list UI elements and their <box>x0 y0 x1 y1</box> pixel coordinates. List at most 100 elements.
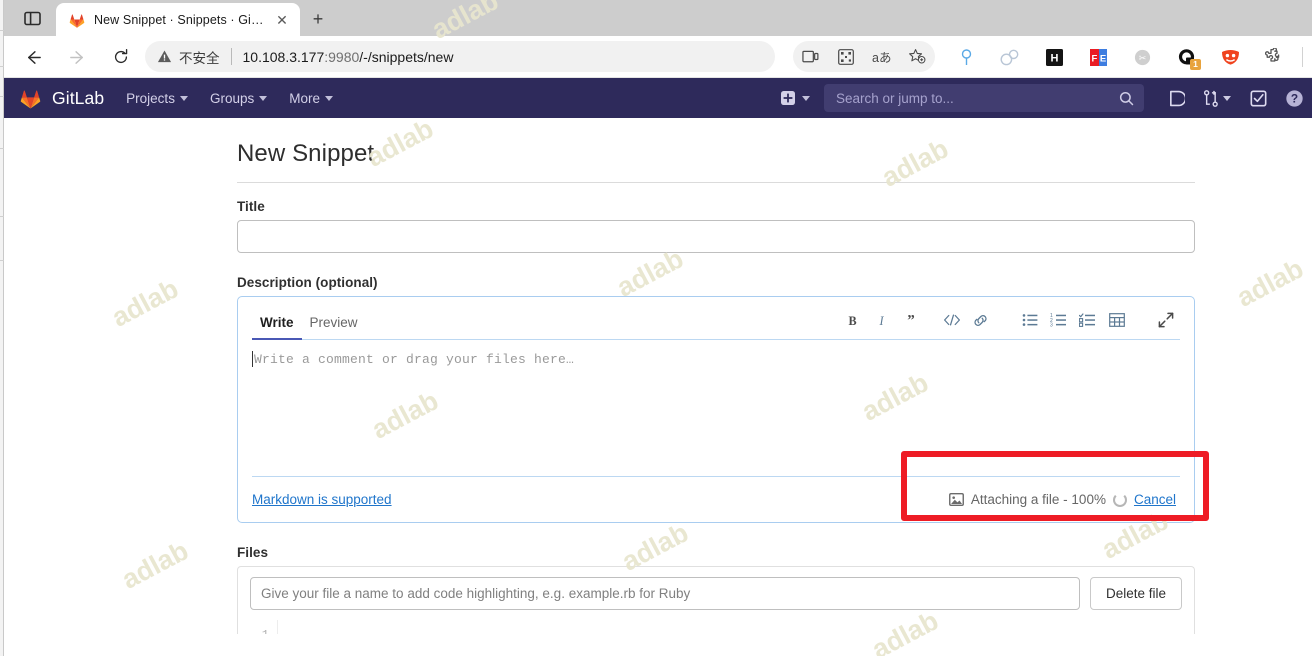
add-favorite-star-icon[interactable] <box>903 43 931 71</box>
gitlab-logo-icon <box>20 90 41 109</box>
quote-icon[interactable]: ” <box>896 307 925 333</box>
markdown-toolbar: B I ” 1 2 3 <box>838 307 1180 333</box>
chevron-down-icon <box>802 95 810 101</box>
file-row: Delete file <box>237 566 1195 620</box>
title-divider <box>237 182 1195 183</box>
not-secure-warning-icon <box>157 50 172 63</box>
help-icon[interactable]: ? <box>1276 78 1312 118</box>
bulleted-list-icon[interactable] <box>1015 307 1044 333</box>
svg-text:B: B <box>848 313 856 327</box>
files-section-label: Files <box>237 545 269 560</box>
chevron-down-icon <box>325 95 333 101</box>
split-screen-icon[interactable] <box>14 5 50 32</box>
address-bar-url: 10.108.3.177:9980/-/snippets/new <box>243 49 454 65</box>
chevron-down-icon <box>179 95 188 101</box>
svg-text:I: I <box>878 313 884 327</box>
link-icon[interactable] <box>966 307 995 333</box>
delete-file-button[interactable]: Delete file <box>1089 577 1182 610</box>
qr-code-icon[interactable] <box>832 43 860 71</box>
text-caret <box>252 351 253 367</box>
extensions-divider <box>1302 47 1303 67</box>
description-textarea[interactable]: Write a comment or drag your files here… <box>238 340 1194 476</box>
tab-preview[interactable]: Preview <box>302 315 366 339</box>
todos-icon[interactable] <box>1240 78 1276 118</box>
description-field-label: Description (optional) <box>237 275 378 290</box>
gitlab-brand-text: GitLab <box>52 87 105 108</box>
omnibox-action-group: aあ <box>793 41 935 72</box>
reload-icon[interactable] <box>106 42 136 72</box>
cancel-upload-link[interactable]: Cancel <box>1134 492 1176 507</box>
gitlab-home-link[interactable]: GitLab <box>18 86 104 110</box>
h-square-icon[interactable]: H <box>1032 41 1076 73</box>
puzzle-outline-icon[interactable] <box>1252 41 1296 73</box>
nav-item-groups[interactable]: Groups <box>209 90 268 106</box>
forward-arrow-icon[interactable] <box>62 42 92 72</box>
svg-text:E: E <box>1099 53 1105 64</box>
nav-item-more[interactable]: More <box>289 91 333 106</box>
create-new-menu[interactable] <box>780 90 810 106</box>
loading-spinner-icon <box>1112 492 1127 507</box>
orange-mask-icon[interactable] <box>1208 41 1252 73</box>
plus-square-icon <box>781 91 795 105</box>
nav-item-groups-label: Groups <box>209 90 255 106</box>
browser-tab-title: New Snippet · Snippets · GitLab <box>94 12 264 27</box>
omnibox-divider <box>230 48 232 65</box>
issues-icon[interactable] <box>1158 78 1194 118</box>
file-name-input[interactable] <box>250 577 1080 610</box>
upload-status-text: Attaching a file - 100% <box>970 492 1106 507</box>
merge-requests-icon[interactable] <box>1194 78 1240 118</box>
split-screen-icon[interactable] <box>797 43 825 71</box>
back-arrow-icon[interactable] <box>18 42 48 72</box>
svg-text:3: 3 <box>1050 323 1053 327</box>
code-line-number: 1 <box>238 620 278 634</box>
chevron-down-icon <box>1223 95 1231 101</box>
fullscreen-icon[interactable] <box>1151 307 1180 333</box>
browser-toolbar: 不安全 10.108.3.177:9980/-/snippets/new aあ … <box>4 36 1312 78</box>
file-upload-status: Attaching a file - 100% Cancel <box>948 492 1180 507</box>
gitlab-favicon <box>69 13 85 28</box>
table-icon[interactable] <box>1102 307 1131 333</box>
url-host: 10.108.3.177 <box>242 48 325 65</box>
close-icon[interactable]: ✕ <box>272 10 292 30</box>
code-editor[interactable]: 1 <box>237 620 1195 634</box>
translate-icon[interactable]: aあ <box>868 43 896 71</box>
chevron-down-icon <box>259 95 268 101</box>
extensions-bar: H F E ✂ 1 <box>944 41 1312 73</box>
markdown-editor-tabs: Write Preview <box>252 315 366 340</box>
tab-write[interactable]: Write <box>252 315 302 340</box>
gitlab-navbar-right: ? <box>780 78 1312 118</box>
security-status-text: 不安全 <box>179 50 220 66</box>
q-badge-icon[interactable]: 1 <box>1164 41 1208 73</box>
circle-scissors-icon[interactable]: ✂ <box>1120 41 1164 73</box>
svg-text:?: ? <box>1290 91 1297 105</box>
description-placeholder: Write a comment or drag your files here… <box>254 352 575 367</box>
svg-text:✂: ✂ <box>1138 53 1146 63</box>
search-input[interactable] <box>834 89 1111 107</box>
bold-icon[interactable]: B <box>838 307 867 333</box>
svg-text:F: F <box>1091 53 1097 64</box>
svg-text:”: ” <box>907 313 915 328</box>
location-pin-icon[interactable] <box>944 41 988 73</box>
browser-tab[interactable]: New Snippet · Snippets · GitLab ✕ <box>56 3 300 36</box>
numbered-list-icon[interactable]: 1 2 3 <box>1044 307 1073 333</box>
markdown-supported-link[interactable]: Markdown is supported <box>252 492 392 507</box>
task-list-icon[interactable] <box>1073 307 1102 333</box>
extension-badge-count: 1 <box>1190 59 1201 70</box>
bubbles-icon[interactable] <box>988 41 1032 73</box>
image-file-icon <box>948 492 964 507</box>
address-bar[interactable]: 不安全 10.108.3.177:9980/-/snippets/new <box>145 41 775 72</box>
screenshot-root: New Snippet · Snippets · GitLab ✕ + 不安全 … <box>0 0 1312 656</box>
italic-icon[interactable]: I <box>867 307 896 333</box>
nav-item-projects[interactable]: Projects <box>126 91 188 106</box>
global-search-box[interactable] <box>824 84 1144 112</box>
snippet-title-input[interactable] <box>237 220 1195 253</box>
new-tab-button[interactable]: + <box>304 6 332 32</box>
search-icon[interactable] <box>1119 91 1134 106</box>
svg-text:H: H <box>1050 52 1058 64</box>
browser-tab-strip: New Snippet · Snippets · GitLab ✕ + <box>4 0 1312 36</box>
nav-item-more-label: More <box>289 90 320 106</box>
fe-square-icon[interactable]: F E <box>1076 41 1120 73</box>
nav-item-projects-label: Projects <box>126 90 175 106</box>
gitlab-main-menu: Projects Groups More <box>126 91 333 106</box>
code-icon[interactable] <box>937 307 966 333</box>
